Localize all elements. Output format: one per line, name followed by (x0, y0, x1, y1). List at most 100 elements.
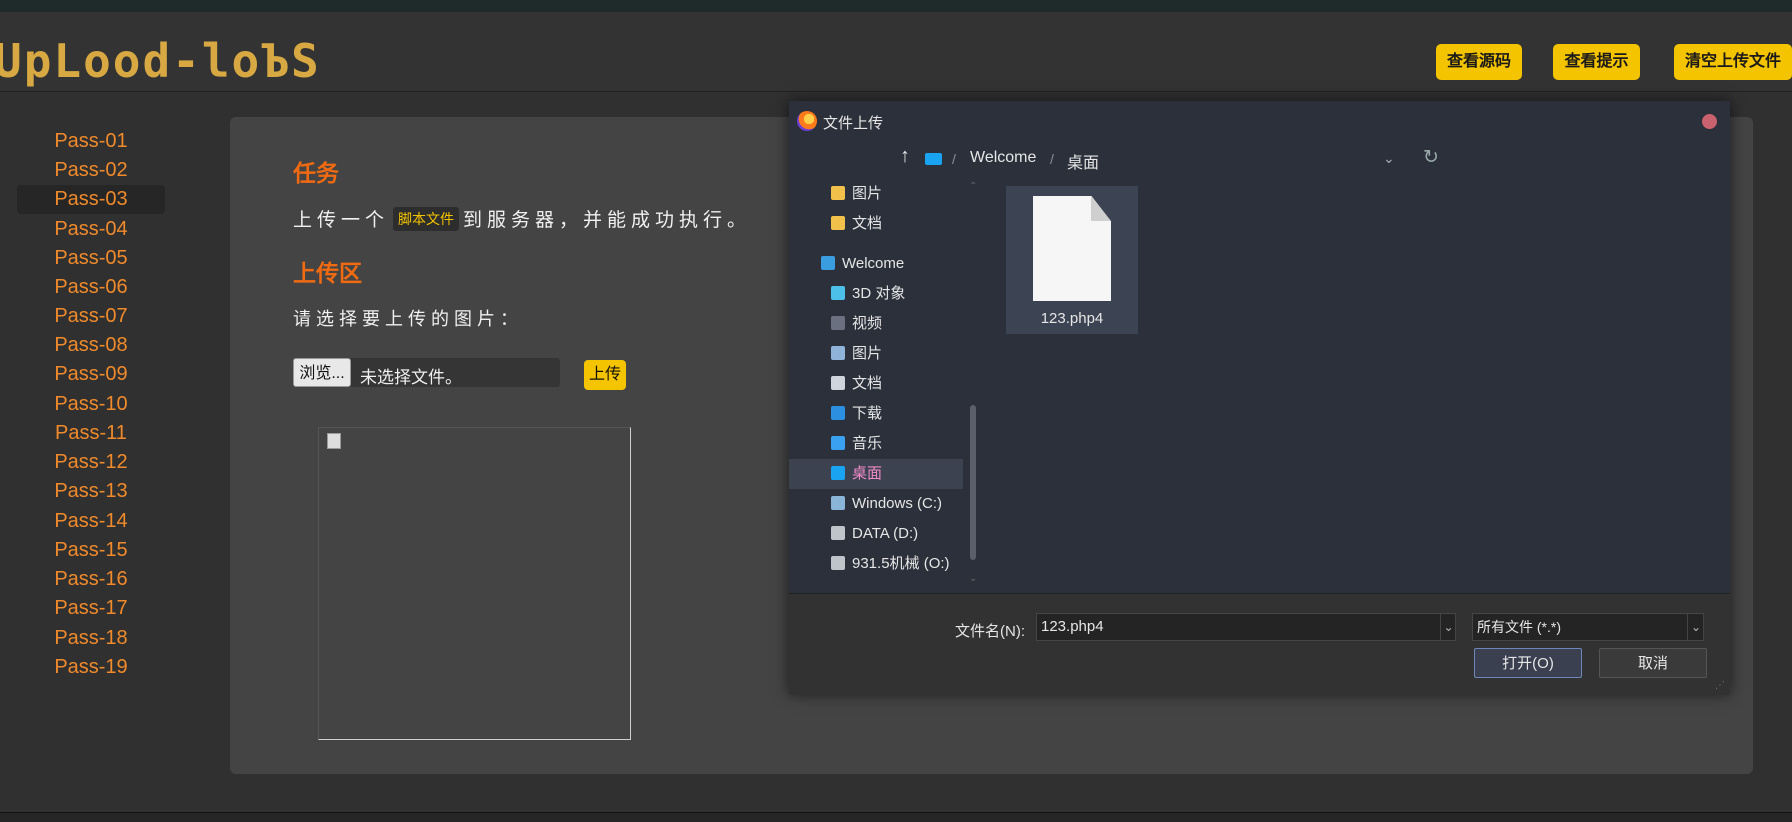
folder-icon (831, 186, 845, 200)
nav-item-label: 文档 (852, 375, 883, 392)
close-icon[interactable] (1702, 114, 1717, 129)
nav-item-desktop[interactable]: 桌面 (789, 459, 963, 489)
nav-item-label: 桌面 (852, 465, 883, 482)
sidebar-item-pass-14[interactable]: Pass-14 (17, 507, 165, 536)
nav-item-label: 视频 (852, 315, 883, 332)
breadcrumb-welcome[interactable]: Welcome (970, 149, 1036, 167)
sidebar-item-pass-18[interactable]: Pass-18 (17, 624, 165, 653)
filename-label: 文件名(N): (955, 623, 1025, 640)
nav-item-drive-d[interactable]: DATA (D:) (831, 519, 918, 549)
sidebar-item-pass-12[interactable]: Pass-12 (17, 448, 165, 477)
file-item-123-php4[interactable]: 123.php4 (1006, 186, 1138, 334)
desktop-icon (925, 153, 942, 165)
nav-item-label: 图片 (852, 185, 883, 202)
cube-icon (831, 286, 845, 300)
sidebar-item-pass-19[interactable]: Pass-19 (17, 653, 165, 682)
sidebar-item-pass-08[interactable]: Pass-08 (17, 331, 165, 360)
scroll-down-icon[interactable]: ⌄ (969, 573, 977, 584)
chevron-down-icon[interactable]: ⌄ (1383, 150, 1395, 167)
task-heading: 任务 (293, 160, 339, 186)
file-upload-dialog: 文件上传 ↑ / Welcome / 桌面 ⌄ ↻ 图片 文档 Welcome … (789, 101, 1730, 695)
nav-item-label: Windows (C:) (852, 495, 943, 512)
browser-top-strip (0, 0, 1792, 12)
breadcrumb-separator: / (952, 151, 956, 167)
firefox-icon (797, 111, 817, 131)
nav-item-documents-lib[interactable]: 文档 (831, 369, 882, 399)
open-button[interactable]: 打开(O) (1474, 648, 1582, 678)
nav-item-pictures[interactable]: 图片 (831, 179, 882, 209)
chevron-down-icon[interactable]: ⌄ (1440, 614, 1456, 640)
filetype-select[interactable]: 所有文件 (*.*) (1472, 613, 1704, 641)
dialog-title: 文件上传 (823, 115, 884, 132)
filename-input[interactable]: 123.php4 (1036, 613, 1456, 641)
view-source-button[interactable]: 查看源码 (1436, 44, 1522, 80)
sidebar-item-pass-09[interactable]: Pass-09 (17, 360, 165, 389)
broken-image-icon (327, 433, 341, 449)
scroll-up-icon[interactable]: ⌃ (969, 181, 977, 192)
nav-item-videos[interactable]: 视频 (831, 309, 882, 339)
sidebar-item-pass-03[interactable]: Pass-03 (17, 185, 165, 214)
drive-icon (831, 496, 845, 510)
sidebar-item-pass-05[interactable]: Pass-05 (17, 244, 165, 273)
document-icon (831, 376, 845, 390)
sidebar-item-pass-11[interactable]: Pass-11 (17, 419, 165, 448)
upload-heading: 上传区 (293, 260, 362, 286)
nav-item-drive-o[interactable]: 931.5机械 (O:) (831, 549, 950, 579)
page-header: UpLood-loЪS 查看源码 查看提示 清空上传文件 (0, 12, 1792, 92)
file-input[interactable]: 浏览... 未选择文件。 (293, 358, 560, 387)
sidebar-item-pass-10[interactable]: Pass-10 (17, 390, 165, 419)
refresh-icon[interactable]: ↻ (1423, 146, 1439, 169)
upload-button[interactable]: 上传 (584, 360, 626, 390)
dialog-titlebar[interactable]: 文件上传 (789, 101, 1730, 141)
nav-item-downloads[interactable]: 下载 (831, 399, 882, 429)
music-icon (831, 436, 845, 450)
video-icon (831, 316, 845, 330)
nav-item-documents[interactable]: 文档 (831, 209, 882, 239)
nav-item-label: DATA (D:) (852, 525, 919, 542)
cancel-button[interactable]: 取消 (1599, 648, 1707, 678)
nav-item-drive-c[interactable]: Windows (C:) (831, 489, 942, 519)
nav-scrollbar[interactable]: ⌃ ⌄ (968, 181, 978, 586)
sidebar-item-pass-17[interactable]: Pass-17 (17, 594, 165, 623)
sidebar-item-pass-06[interactable]: Pass-06 (17, 273, 165, 302)
scrollbar-thumb[interactable] (970, 405, 976, 560)
view-hint-button[interactable]: 查看提示 (1553, 44, 1640, 80)
clear-uploads-button[interactable]: 清空上传文件 (1674, 44, 1792, 80)
nav-item-welcome[interactable]: Welcome (821, 249, 904, 279)
browse-button[interactable]: 浏览... (293, 358, 351, 387)
task-text-after: 到服务器，并能成功执行。 (463, 210, 752, 231)
sidebar-item-pass-04[interactable]: Pass-04 (17, 215, 165, 244)
up-arrow-icon[interactable]: ↑ (900, 145, 910, 168)
resize-grip-icon[interactable]: ⋰ (1715, 680, 1725, 691)
file-name: 123.php4 (1040, 310, 1104, 327)
sidebar-item-pass-15[interactable]: Pass-15 (17, 536, 165, 565)
breadcrumb-desktop[interactable]: 桌面 (1067, 149, 1099, 173)
nav-item-3d-objects[interactable]: 3D 对象 (831, 279, 905, 309)
file-fold-corner (1091, 196, 1111, 221)
sidebar-item-pass-16[interactable]: Pass-16 (17, 565, 165, 594)
task-description: 上传一个 脚本文件 到服务器，并能成功执行。 (293, 205, 751, 232)
nav-item-label: 931.5机械 (O:) (852, 555, 950, 572)
drive-icon (831, 526, 845, 540)
nav-item-label: 音乐 (852, 435, 883, 452)
select-image-prompt: 请选择要上传的图片： (293, 309, 523, 329)
chevron-down-icon[interactable]: ⌄ (1687, 614, 1704, 640)
computer-icon (821, 256, 835, 270)
sidebar-item-pass-02[interactable]: Pass-02 (17, 156, 165, 185)
nav-item-label: Welcome (842, 255, 905, 272)
task-text-before: 上传一个 (293, 210, 390, 231)
nav-item-label: 3D 对象 (852, 285, 906, 302)
desktop-icon (831, 466, 845, 480)
logo: UpLood-loЪS (0, 34, 321, 88)
sidebar-item-pass-13[interactable]: Pass-13 (17, 477, 165, 506)
breadcrumb-separator: / (1050, 151, 1054, 167)
nav-item-pictures-lib[interactable]: 图片 (831, 339, 882, 369)
download-icon (831, 406, 845, 420)
nav-item-music[interactable]: 音乐 (831, 429, 882, 459)
drive-icon (831, 556, 845, 570)
sidebar-item-pass-07[interactable]: Pass-07 (17, 302, 165, 331)
sidebar-item-pass-01[interactable]: Pass-01 (17, 127, 165, 156)
image-preview (318, 427, 631, 740)
file-status-text: 未选择文件。 (360, 368, 462, 387)
pictures-icon (831, 346, 845, 360)
